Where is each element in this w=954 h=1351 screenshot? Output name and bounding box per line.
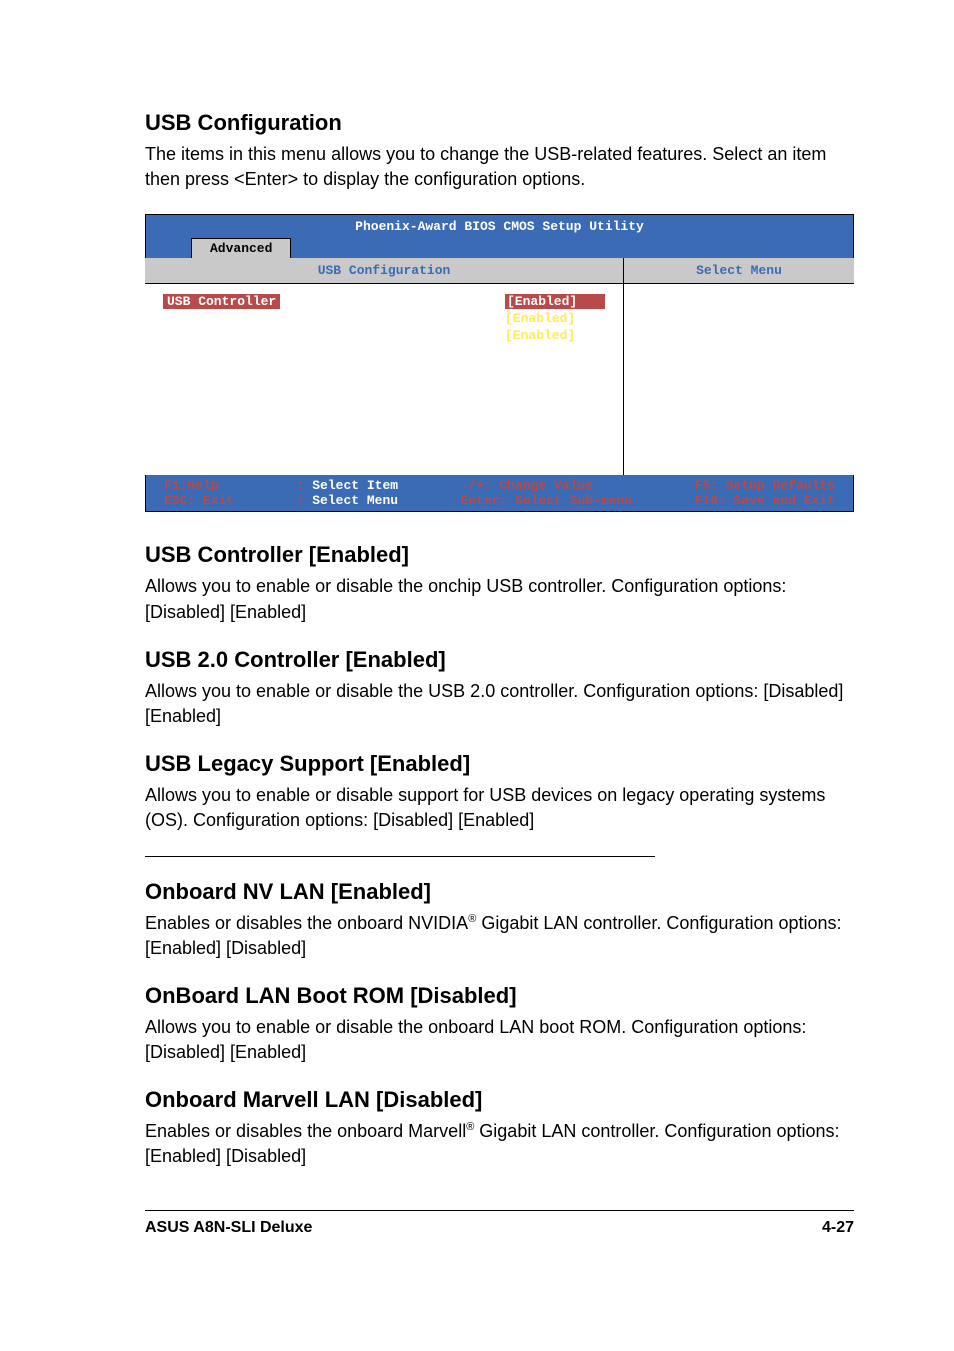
bios-panel-title-right: Select Menu	[624, 258, 854, 283]
bios-tab-advanced: Advanced	[191, 238, 291, 258]
bios-row-value: [Enabled]	[505, 311, 605, 326]
paragraph: Allows you to enable or disable the USB …	[145, 679, 854, 729]
bios-footer-group: -/+: Change Value Enter: Select Sub-menu	[460, 478, 632, 508]
paragraph: Enables or disables the onboard Marvell®…	[145, 1119, 854, 1169]
bios-content: USB Controller [Enabled] USB2.0 Controll…	[145, 284, 854, 475]
bios-footer-key: Enter: Select Sub-menu	[460, 493, 632, 508]
text: Enables or disables the onboard Marvell	[145, 1121, 466, 1141]
section-lan-boot-rom: OnBoard LAN Boot ROM [Disabled] Allows y…	[145, 983, 854, 1065]
heading: USB Controller [Enabled]	[145, 542, 854, 568]
bios-settings-panel: USB Controller [Enabled] USB2.0 Controll…	[145, 284, 624, 475]
paragraph: Enables or disables the onboard NVIDIA® …	[145, 911, 854, 961]
bios-footer-group: F1:Help ESC: Exit	[164, 478, 234, 508]
bios-footer-value: Select Menu	[312, 493, 398, 508]
bios-row: USB Controller [Enabled]	[163, 294, 605, 309]
bios-help-panel: Item Specific Help▶▶	[624, 284, 854, 475]
section-nv-lan: Onboard NV LAN [Enabled] Enables or disa…	[145, 879, 854, 961]
bios-footer: F1:Help ESC: Exit : Select Item : Select…	[145, 475, 854, 512]
bios-row-value: [Enabled]	[505, 294, 605, 309]
bios-footer-group: F5: Setup Defaults F10: Save and Exit	[695, 478, 835, 508]
bios-footer-key: -/+: Change Value	[460, 478, 593, 493]
heading: OnBoard LAN Boot ROM [Disabled]	[145, 983, 854, 1009]
paragraph: Allows you to enable or disable support …	[145, 783, 854, 833]
page-footer: ASUS A8N-SLI Deluxe 4-27	[145, 1210, 854, 1237]
section-usb-controller: USB Controller [Enabled] Allows you to e…	[145, 542, 854, 624]
heading: USB 2.0 Controller [Enabled]	[145, 647, 854, 673]
text: Enables or disables the onboard NVIDIA	[145, 913, 468, 933]
bios-row-value: [Enabled]	[505, 328, 605, 343]
paragraph: Allows you to enable or disable the onbo…	[145, 1015, 854, 1065]
bios-help-text: Item Specific Help	[638, 294, 778, 309]
bios-row-label: USB Legacy support	[163, 328, 303, 343]
section-usb-legacy: USB Legacy Support [Enabled] Allows you …	[145, 751, 854, 833]
heading: Onboard NV LAN [Enabled]	[145, 879, 854, 905]
bios-tab-bar: Advanced	[145, 238, 854, 258]
heading: USB Legacy Support [Enabled]	[145, 751, 854, 777]
bios-footer-group: : Select Item : Select Menu	[297, 478, 398, 508]
bios-footer-key: :	[297, 478, 305, 493]
bios-panel-title-left: USB Configuration	[145, 258, 624, 283]
section-usb20-controller: USB 2.0 Controller [Enabled] Allows you …	[145, 647, 854, 729]
footer-page-number: 4-27	[822, 1219, 854, 1237]
bios-footer-value: Select Item	[312, 478, 398, 493]
bios-screenshot: Phoenix-Award BIOS CMOS Setup Utility Ad…	[145, 214, 854, 512]
bios-footer-key: :	[297, 493, 305, 508]
bios-footer-key: ESC: Exit	[164, 493, 234, 508]
heading: Onboard Marvell LAN [Disabled]	[145, 1087, 854, 1113]
section-usb-configuration: USB Configuration The items in this menu…	[145, 110, 854, 192]
paragraph: The items in this menu allows you to cha…	[145, 142, 854, 192]
bios-title: Phoenix-Award BIOS CMOS Setup Utility	[145, 214, 854, 238]
bios-footer-key: F10: Save and Exit	[695, 493, 835, 508]
bios-row: USB Legacy support [Enabled]	[163, 328, 605, 343]
bios-row: USB2.0 Controller [Enabled]	[163, 311, 605, 326]
arrow-right-icon: ▶▶	[778, 294, 790, 309]
heading-usb-config: USB Configuration	[145, 110, 854, 136]
bios-row-label: USB2.0 Controller	[163, 311, 296, 326]
divider	[145, 856, 655, 857]
bios-subtitle-row: USB Configuration Select Menu	[145, 258, 854, 284]
bios-footer-key: F5: Setup Defaults	[695, 478, 835, 493]
paragraph: Allows you to enable or disable the onch…	[145, 574, 854, 624]
section-marvell-lan: Onboard Marvell LAN [Disabled] Enables o…	[145, 1087, 854, 1169]
bios-row-label: USB Controller	[163, 294, 280, 309]
bios-footer-key: F1:Help	[164, 478, 219, 493]
footer-product: ASUS A8N-SLI Deluxe	[145, 1219, 312, 1237]
